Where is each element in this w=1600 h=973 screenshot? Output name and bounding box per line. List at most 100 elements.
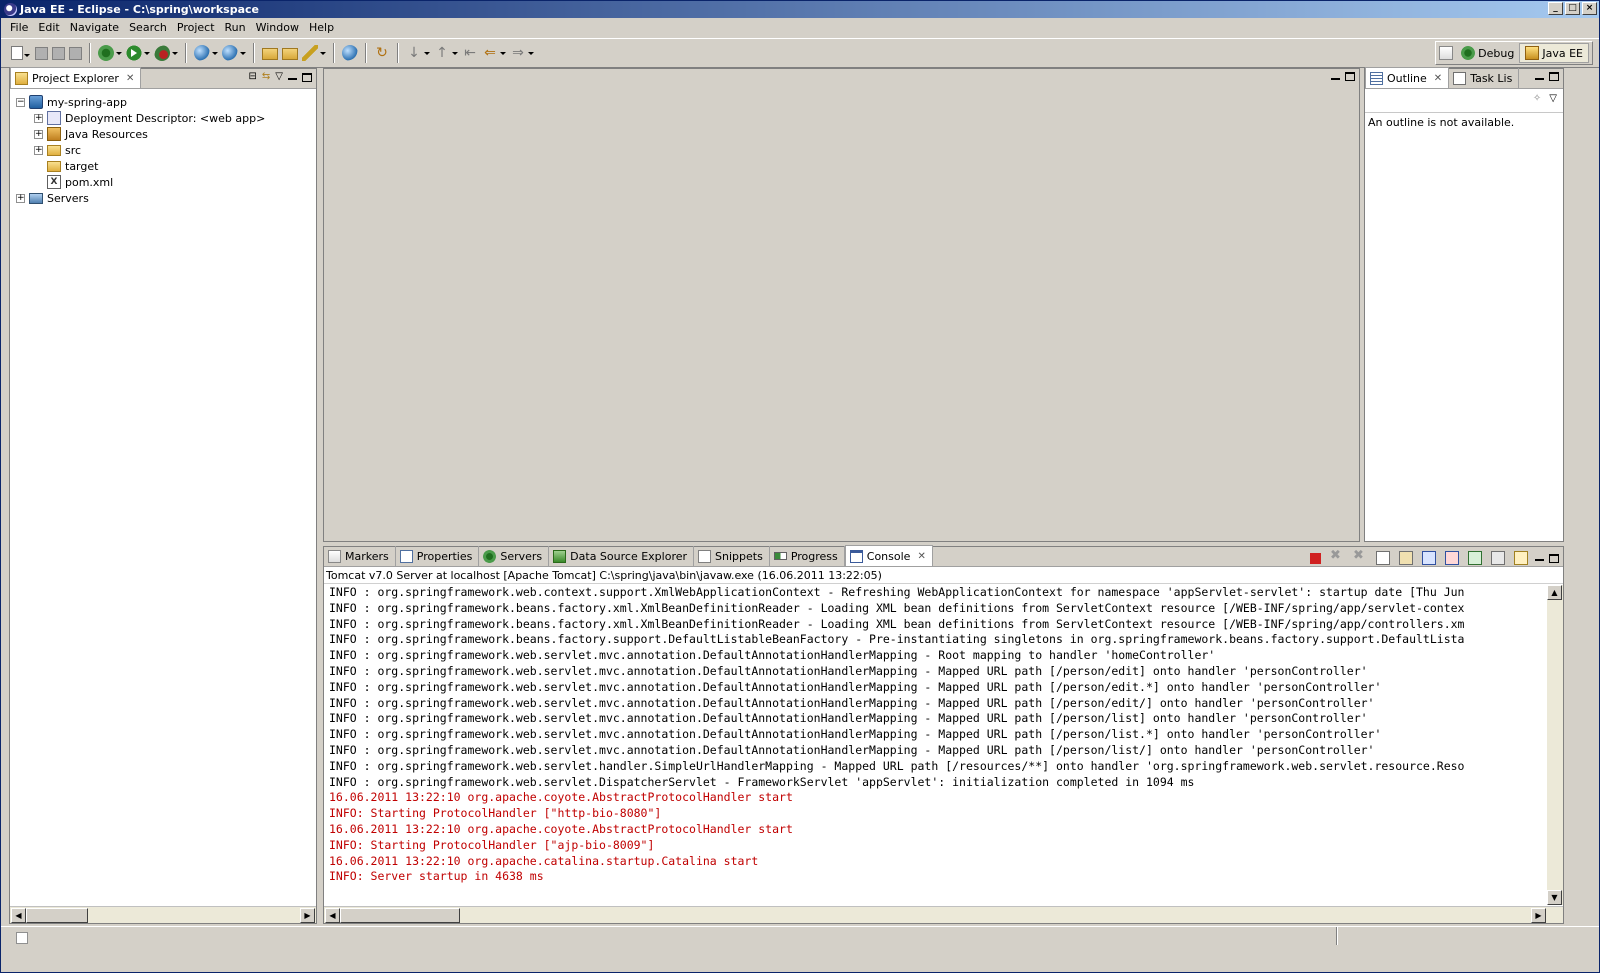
toggle-mark-icon[interactable]: ↻ [374, 45, 390, 61]
maximize-view-icon[interactable] [1549, 553, 1559, 563]
perspective-java-ee[interactable]: Java EE [1519, 43, 1589, 63]
scroll-left-icon[interactable]: ◀ [11, 908, 26, 923]
close-view-icon[interactable]: ✕ [126, 73, 134, 84]
display-selected-console-icon[interactable] [1491, 551, 1505, 565]
project-explorer-view: Project Explorer ✕ ⊟ ⇆ ▽ − my-spring-app +… [9, 67, 317, 924]
back-arrow-icon[interactable]: ⇐ [482, 45, 506, 61]
console-line: INFO : org.springframework.web.servlet.m… [329, 742, 1375, 757]
pin-console-icon[interactable] [1468, 551, 1482, 565]
link-with-editor-icon[interactable]: ⇆ [262, 72, 270, 82]
open-type-icon[interactable] [262, 48, 278, 60]
scroll-down-icon[interactable]: ▼ [1547, 890, 1562, 905]
forward-arrow-icon[interactable]: ⇒ [510, 45, 534, 61]
maximize-view-icon[interactable] [1549, 72, 1559, 81]
expand-icon[interactable]: + [34, 145, 43, 155]
tree-node[interactable]: + Servers [16, 190, 316, 206]
deployment-descriptor-icon [47, 111, 61, 125]
new-wizard-icon[interactable] [11, 46, 30, 60]
tab-project-explorer[interactable]: Project Explorer ✕ [10, 67, 142, 88]
tree-node[interactable]: + Deployment Descriptor: <web app> [16, 110, 316, 126]
tree-node[interactable]: Xpom.xml [16, 174, 316, 190]
open-resource-icon[interactable] [282, 48, 298, 60]
menu-project[interactable]: Project [172, 21, 220, 34]
previous-annotation-icon[interactable]: ↑ [434, 45, 458, 61]
new-web-project-icon[interactable] [222, 45, 246, 61]
remove-all-terminated-icon[interactable]: ✖ [1353, 549, 1367, 565]
tab-markers[interactable]: Markers [324, 546, 396, 566]
tree-node[interactable]: target [16, 158, 316, 174]
last-edit-location-icon[interactable]: ⇤ [462, 45, 478, 61]
tab-snippets[interactable]: Snippets [694, 546, 770, 566]
view-menu-icon[interactable]: ▽ [275, 72, 283, 82]
close-window-button[interactable]: × [1582, 2, 1597, 15]
scroll-thumb[interactable] [26, 908, 88, 923]
minimize-view-icon[interactable] [1535, 559, 1544, 561]
open-browser-icon[interactable] [342, 45, 358, 61]
menu-window[interactable]: Window [251, 21, 304, 34]
scroll-right-icon[interactable]: ▶ [1531, 908, 1546, 923]
collapse-icon[interactable]: − [16, 97, 25, 107]
remove-launch-icon[interactable]: ✖ [1330, 549, 1344, 565]
scroll-lock-icon[interactable] [1399, 551, 1413, 565]
show-on-stderr-icon[interactable] [1445, 551, 1459, 565]
terminate-icon[interactable] [1310, 552, 1321, 564]
save-icon[interactable] [35, 46, 48, 60]
tab-data-source-explorer[interactable]: Data Source Explorer [549, 546, 695, 566]
outline-toolbar-icon[interactable]: ✧ [1533, 93, 1541, 104]
console-output[interactable]: INFO : org.springframework.web.context.s… [324, 585, 1547, 905]
tab-progress[interactable]: Progress [770, 546, 845, 566]
tab-console[interactable]: Console ✕ [844, 545, 933, 566]
horizontal-scrollbar[interactable]: ◀ ▶ [10, 906, 316, 923]
expand-icon[interactable]: + [16, 193, 25, 203]
minimize-view-icon[interactable] [1535, 77, 1544, 80]
save-all-icon[interactable] [52, 46, 65, 60]
expand-icon[interactable]: + [34, 113, 43, 123]
external-tools-icon[interactable] [154, 45, 178, 61]
view-menu-icon[interactable]: ▽ [1549, 93, 1557, 104]
menu-navigate[interactable]: Navigate [65, 21, 124, 34]
search-tool-icon[interactable] [302, 45, 326, 61]
debug-icon[interactable] [98, 45, 122, 61]
scroll-right-icon[interactable]: ▶ [300, 908, 315, 923]
tab-task-list[interactable]: Task Lis [1449, 68, 1520, 88]
fast-view-icon[interactable] [16, 931, 28, 944]
menu-edit[interactable]: Edit [33, 21, 64, 34]
collapse-all-icon[interactable]: ⊟ [249, 72, 257, 82]
maximize-editor-icon[interactable] [1345, 72, 1355, 81]
show-on-stdout-icon[interactable] [1422, 551, 1436, 565]
perspective-debug[interactable]: Debug [1456, 44, 1519, 62]
scroll-left-icon[interactable]: ◀ [325, 908, 340, 923]
close-view-icon[interactable]: ✕ [917, 551, 925, 562]
tab-servers[interactable]: Servers [479, 546, 550, 566]
print-icon[interactable] [69, 46, 82, 60]
title-bar[interactable]: Java EE - Eclipse - C:\spring\workspace … [1, 1, 1599, 18]
new-server-icon[interactable] [194, 45, 218, 61]
minimize-window-button[interactable]: _ [1548, 2, 1563, 15]
maximize-window-button[interactable]: □ [1565, 2, 1580, 15]
menu-help[interactable]: Help [304, 21, 339, 34]
open-console-icon[interactable] [1514, 551, 1528, 565]
run-icon[interactable] [126, 45, 150, 61]
tree-node[interactable]: − my-spring-app [16, 94, 316, 110]
scroll-thumb[interactable] [340, 908, 460, 923]
open-perspective-icon[interactable] [1439, 46, 1454, 60]
minimize-view-icon[interactable] [288, 78, 297, 80]
maximize-view-icon[interactable] [302, 72, 312, 82]
expand-icon[interactable]: + [34, 129, 43, 139]
tree-node[interactable]: + src [16, 142, 316, 158]
horizontal-scrollbar[interactable]: ◀ ▶ [324, 906, 1563, 923]
scroll-up-icon[interactable]: ▲ [1547, 585, 1562, 600]
vertical-scrollbar[interactable]: ▲ ▼ [1547, 585, 1563, 905]
perspective-switcher: Debug Java EE [1435, 41, 1593, 65]
minimize-editor-icon[interactable] [1331, 77, 1340, 80]
menu-file[interactable]: File [5, 21, 33, 34]
clear-console-icon[interactable] [1376, 551, 1390, 565]
close-view-icon[interactable]: ✕ [1434, 73, 1442, 84]
menu-run[interactable]: Run [220, 21, 251, 34]
tab-outline[interactable]: Outline ✕ [1365, 67, 1450, 88]
console-line-stderr: INFO: Starting ProtocolHandler ["ajp-bio… [329, 837, 655, 852]
tab-properties[interactable]: Properties [396, 546, 480, 566]
next-annotation-icon[interactable]: ↓ [406, 45, 430, 61]
menu-search[interactable]: Search [124, 21, 172, 34]
tree-node[interactable]: + Java Resources [16, 126, 316, 142]
